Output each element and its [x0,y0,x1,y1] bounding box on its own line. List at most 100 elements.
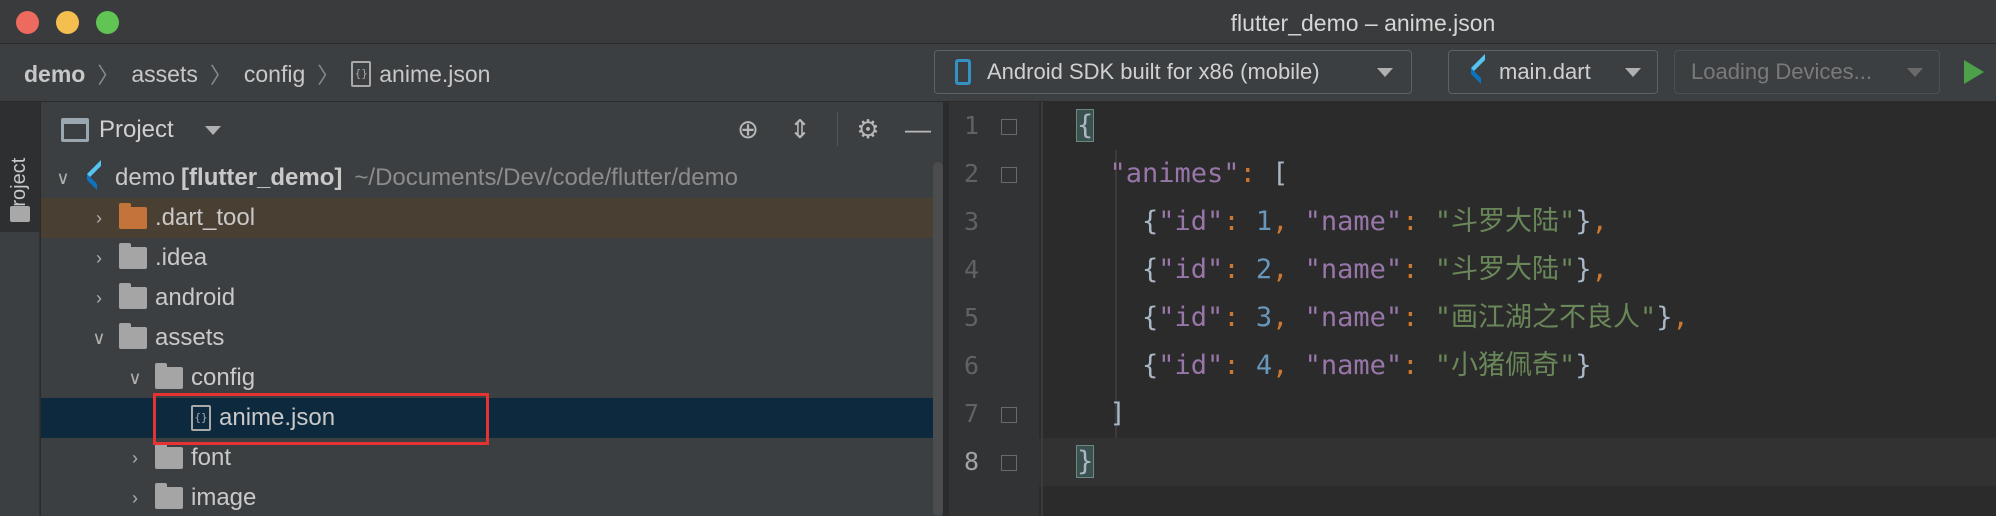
breadcrumb: demo 〉 assets 〉 config 〉 {} anime.json [24,58,490,90]
line-number: 6 [963,351,979,380]
fold-marker-icon[interactable] [1001,407,1017,423]
json-key: "animes" [1109,158,1240,189]
editor-gutter: 1 2 3 4 5 6 7 8 [949,102,1039,516]
tree-item-android[interactable]: › android [41,278,943,318]
project-view-icon [61,118,89,142]
line-number: 7 [963,399,979,428]
line-number: 5 [963,303,979,332]
json-number: 1 [1255,206,1273,237]
breadcrumb-item-config[interactable]: config [244,61,305,88]
device-selector-dropdown[interactable]: Android SDK built for x86 (mobile) [934,50,1412,94]
code-line-2: "animes": [ [1109,158,1289,189]
tree-item-anime-json[interactable]: {} anime.json [41,398,943,438]
title-bar: flutter_demo – anime.json [0,0,1996,44]
folder-icon [155,483,183,509]
code-line-8: } [1075,438,1095,486]
code-line-4: {"id": 2, "name": "斗罗大陆"}, [1077,254,1608,285]
tree-item-label: image [191,484,257,511]
fold-marker-icon[interactable] [1001,167,1017,183]
tree-item-config[interactable]: ∨ config [41,358,943,398]
tree-item-label: assets [155,324,225,351]
breadcrumb-separator-icon: 〉 [209,63,232,88]
phone-icon [955,59,971,85]
tree-root-demo[interactable]: ∨ demo [flutter_demo] ~/Documents/Dev/co… [41,158,943,198]
fold-marker-icon[interactable] [1001,119,1017,135]
android-folder-icon [119,283,147,309]
locate-file-icon[interactable]: ⊕ [733,114,763,144]
brace-match: } [1075,445,1095,478]
folder-icon [155,443,183,469]
tool-window-strip: Project [0,102,40,516]
breadcrumb-separator-icon: 〉 [97,63,120,88]
code-line-1: { [1075,102,1095,150]
tree-item-label: anime.json [219,404,336,431]
run-config-label: main.dart [1499,59,1591,84]
chevron-right-icon[interactable]: › [121,448,149,469]
project-panel: Project ⊕ ⇕ ⚙ — ∨ demo [flutter_demo] ~/… [41,102,943,516]
json-number: 3 [1255,302,1273,333]
json-string: "斗罗大陆" [1434,206,1576,237]
code-line-5: {"id": 3, "name": "画江湖之不良人"}, [1077,302,1689,333]
chevron-down-icon [1377,68,1393,77]
navigation-bar: demo 〉 assets 〉 config 〉 {} anime.json A… [0,44,1996,102]
project-view-selector[interactable]: Project [99,116,174,144]
chevron-right-icon[interactable]: › [85,248,113,269]
current-line-highlight [1039,438,1996,486]
run-config-dropdown[interactable]: main.dart [1448,50,1658,94]
breadcrumb-item-demo[interactable]: demo [24,61,85,88]
tree-item-label: font [191,444,232,471]
tree-item-font[interactable]: › font [41,438,943,478]
run-icon[interactable] [1964,60,1984,84]
tree-root-path: ~/Documents/Dev/code/flutter/demo [354,164,738,191]
chevron-right-icon[interactable]: › [85,288,113,309]
chevron-down-icon[interactable] [205,126,221,135]
flutter-module-icon [83,165,105,191]
tree-item-label: .dart_tool [155,204,256,231]
code-editor[interactable]: { "animes": [ {"id": 1, "name": "斗罗大陆"},… [1039,102,1996,516]
devices-dropdown-label: Loading Devices... [1691,59,1872,84]
chevron-down-icon[interactable]: ∨ [85,328,113,349]
indent-guide [1041,102,1043,516]
chevron-down-icon [1625,68,1641,77]
json-file-icon: {} [191,405,211,431]
collapse-all-icon[interactable]: ⇕ [785,114,815,144]
breadcrumb-item-assets[interactable]: assets [131,61,197,88]
line-number: 2 [963,159,979,188]
folder-icon [119,323,147,349]
folder-icon [10,206,30,222]
code-line-3: {"id": 1, "name": "斗罗大陆"}, [1077,206,1608,237]
code-line-6: {"id": 4, "name": "小猪佩奇"} [1077,350,1592,381]
hide-panel-icon[interactable]: — [903,114,933,144]
folder-icon [155,363,183,389]
gear-icon[interactable]: ⚙ [853,114,883,144]
json-string: "画江湖之不良人" [1434,302,1657,333]
project-tool-tab[interactable]: Project [0,102,40,232]
window-title: flutter_demo – anime.json [1230,10,1496,36]
chevron-right-icon[interactable]: › [121,488,149,509]
breadcrumb-item-anime-json[interactable]: {} anime.json [351,61,490,88]
tree-item-label: android [155,284,236,311]
line-number: 3 [963,207,979,236]
json-file-icon: {} [351,61,372,87]
line-number-current: 8 [963,447,979,476]
settings-folder-icon [119,243,147,269]
chevron-down-icon[interactable]: ∨ [49,168,77,189]
devices-dropdown[interactable]: Loading Devices... [1674,50,1940,94]
device-selector-label: Android SDK built for x86 (mobile) [987,59,1320,84]
project-tree: ∨ demo [flutter_demo] ~/Documents/Dev/co… [41,158,943,516]
header-divider [837,112,838,146]
tree-item-dart-tool[interactable]: › .dart_tool [41,198,943,238]
json-number: 4 [1255,350,1273,381]
breadcrumb-separator-icon: 〉 [317,63,340,88]
code-line-7: ] [1077,398,1126,429]
json-number: 2 [1255,254,1273,285]
tree-item-assets[interactable]: ∨ assets [41,318,943,358]
chevron-right-icon[interactable]: › [85,208,113,229]
tree-item-image[interactable]: › image [41,478,943,516]
tree-root-name: demo [115,164,176,191]
json-string: "小猪佩奇" [1434,350,1576,381]
tree-item-idea[interactable]: › .idea [41,238,943,278]
chevron-down-icon[interactable]: ∨ [121,368,149,389]
project-scrollbar[interactable] [933,162,943,516]
fold-marker-icon[interactable] [1001,455,1017,471]
